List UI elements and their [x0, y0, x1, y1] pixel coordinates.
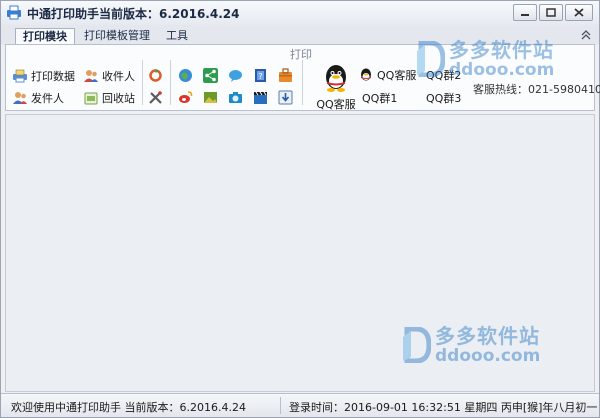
close-icon: [574, 8, 584, 17]
print-data-button[interactable]: 打印数据: [12, 67, 75, 85]
qq-service-big-label: QQ客服: [316, 98, 356, 111]
service-hotline: 客服热线：021-59804103: [473, 83, 600, 96]
share-icon[interactable]: [203, 68, 218, 83]
window-controls: [513, 4, 593, 21]
ribbon-separator: [170, 60, 171, 105]
qq-service-big-button[interactable]: QQ客服: [314, 63, 358, 112]
tools-icon[interactable]: [148, 90, 163, 105]
receiver-user-icon: [84, 70, 98, 82]
video-clapper-icon[interactable]: [253, 90, 268, 105]
image-icon[interactable]: [203, 90, 218, 105]
watermark-en: ddooo.com: [435, 346, 541, 366]
qq-service-label: QQ客服: [377, 69, 417, 82]
main-window: 中通打印助手当前版本：6.2016.4.24 打印模块 打印模板管理 工具 打印: [0, 0, 600, 418]
ribbon-collapse-icon[interactable]: [581, 30, 591, 40]
qq-penguin-icon: [361, 68, 371, 81]
camera-icon[interactable]: [228, 90, 243, 105]
ribbon-separator: [302, 60, 303, 105]
sender-button[interactable]: 发件人: [12, 89, 64, 107]
qq-group3-label: QQ群3: [426, 92, 462, 105]
minimize-icon: [521, 13, 529, 16]
refresh-icon[interactable]: [148, 68, 163, 83]
watermark-logo-icon: [403, 327, 431, 363]
status-bar: 欢迎使用中通打印助手 当前版本：6.2016.4.24 登录时间：2016-09…: [1, 393, 599, 417]
status-welcome: 欢迎使用中通打印助手 当前版本：6.2016.4.24: [11, 401, 246, 414]
briefcase-icon[interactable]: [278, 68, 293, 83]
recycle-bin-label: 回收站: [102, 92, 135, 105]
watermark-top: 多多软件站 ddooo.com: [415, 39, 554, 79]
minimize-button[interactable]: [513, 4, 537, 21]
maximize-button[interactable]: [539, 4, 563, 21]
status-separator: [280, 397, 281, 414]
tab-tools[interactable]: 工具: [159, 28, 195, 45]
qq-group3-button[interactable]: QQ群3: [426, 89, 461, 107]
qq-service-button[interactable]: QQ客服: [358, 66, 416, 84]
tab-template-manage[interactable]: 打印模板管理: [77, 28, 157, 45]
download-icon[interactable]: [278, 90, 293, 105]
watermark-cn: 多多软件站: [449, 38, 554, 62]
receiver-label: 收件人: [102, 70, 135, 83]
watermark-en: ddooo.com: [449, 60, 555, 80]
watermark-bottom: 多多软件站 ddooo.com: [401, 325, 540, 365]
qq-group1-label: QQ群1: [362, 92, 398, 105]
qq-penguin-large-icon: [326, 65, 346, 92]
recycle-bin-icon: [84, 92, 98, 105]
qq-group1-button[interactable]: QQ群1: [362, 89, 397, 107]
chat-bubble-icon[interactable]: [228, 68, 243, 83]
tab-print-module[interactable]: 打印模块: [15, 28, 75, 45]
printer-icon: [13, 69, 27, 83]
print-data-label: 打印数据: [31, 70, 75, 83]
sender-label: 发件人: [31, 92, 64, 105]
weibo-icon[interactable]: [178, 90, 193, 105]
web-globe-icon[interactable]: [178, 68, 193, 83]
receiver-button[interactable]: 收件人: [83, 67, 135, 85]
ribbon-separator: [142, 60, 143, 105]
svg-text:?: ?: [258, 72, 262, 81]
sender-user-icon: [13, 92, 27, 104]
watermark-cn: 多多软件站: [435, 324, 540, 348]
help-book-icon[interactable]: ?: [253, 68, 268, 83]
title-bar[interactable]: 中通打印助手当前版本：6.2016.4.24: [1, 1, 599, 25]
maximize-icon: [546, 8, 556, 17]
status-login-time: 登录时间：2016-09-01 16:32:51 星期四 丙申[猴]年八月初一: [289, 401, 598, 414]
recycle-bin-button[interactable]: 回收站: [83, 89, 135, 107]
close-button[interactable]: [565, 4, 593, 21]
app-printer-icon: [7, 5, 21, 20]
window-title: 中通打印助手当前版本：6.2016.4.24: [27, 7, 240, 21]
ribbon-group-label: 打印: [290, 48, 312, 61]
watermark-logo-icon: [417, 41, 445, 77]
